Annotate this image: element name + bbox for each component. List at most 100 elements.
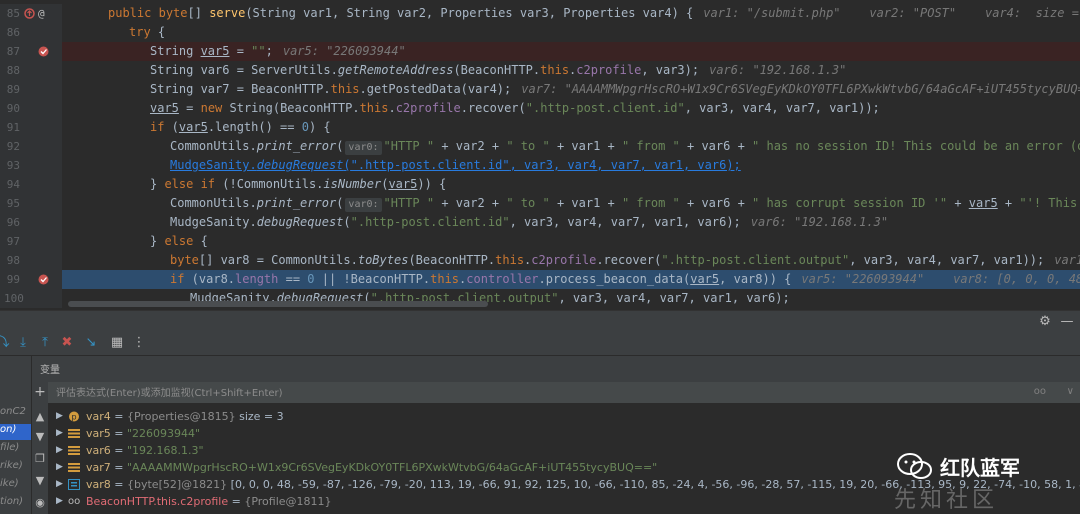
gutter[interactable]: 100	[0, 289, 62, 308]
breakpoint-icon[interactable]	[38, 46, 49, 57]
expand-arrow-icon[interactable]: ▶	[56, 476, 63, 493]
override-method-icon[interactable]	[24, 8, 35, 19]
watch-toggle-icon[interactable]: oo	[1034, 386, 1046, 397]
line-number: 88	[6, 64, 20, 77]
gutter[interactable]: 93	[0, 156, 62, 175]
field-icon	[68, 463, 80, 472]
code-line-86[interactable]: 86 try {	[0, 23, 1080, 42]
code-line-97[interactable]: 97 } else {	[0, 232, 1080, 251]
frame-item[interactable]: rike)	[0, 460, 31, 476]
frame-item[interactable]: ike)	[0, 478, 31, 494]
eye-icon[interactable]: ◉	[33, 496, 47, 510]
code-line-93[interactable]: 93 MudgeSanity.debugRequest(".http-post.…	[0, 156, 1080, 175]
variables-header: 变量	[32, 356, 1080, 382]
array-icon	[68, 479, 80, 490]
variable-value: "192.168.1.3"	[127, 444, 204, 457]
code-line-94[interactable]: 94 } else if (!CommonUtils.isNumber(var5…	[0, 175, 1080, 194]
code-line-87[interactable]: 87 String var5 = ""; var5: "226093944"	[0, 42, 1080, 61]
code-text: var5 = new String(BeaconHTTP.this.c2prof…	[150, 101, 880, 115]
gutter[interactable]: 89	[0, 80, 62, 99]
frame-item[interactable]: tion)	[0, 496, 31, 512]
variable-name: var7	[86, 461, 111, 474]
variable-name: var8	[86, 478, 111, 491]
line-number: 94	[6, 178, 20, 191]
gutter[interactable]: 86	[0, 23, 62, 42]
expand-arrow-icon[interactable]: ▶	[56, 408, 63, 425]
variable-row[interactable]: ▶ var5 = "226093944"	[48, 425, 1080, 442]
watch-icon: oo	[68, 496, 81, 507]
gutter[interactable]: 94	[0, 175, 62, 194]
code-text: public byte[] serve(String var1, String …	[108, 6, 1080, 20]
gutter[interactable]: 99	[0, 270, 62, 289]
line-number: 95	[6, 197, 20, 210]
evaluate-icon[interactable]: ▦	[110, 336, 124, 350]
line-number: 85	[6, 7, 20, 20]
minimize-icon[interactable]: —	[1060, 315, 1074, 329]
chevron-down-icon[interactable]: ∨	[1067, 386, 1074, 397]
copy-icon[interactable]: ❐	[33, 452, 47, 466]
code-line-99[interactable]: 99 if (var8.length == 0 || !BeaconHTTP.t…	[0, 270, 1080, 289]
filter-icon[interactable]: ▼	[33, 474, 47, 488]
more-icon[interactable]: ⋮	[132, 336, 146, 350]
collapse-icon[interactable]: ▲	[33, 410, 47, 424]
code-editor[interactable]: 85 @ public byte[] serve(String var1, St…	[0, 0, 1080, 310]
breakpoint-icon[interactable]	[38, 274, 49, 285]
code-line-95[interactable]: 95 CommonUtils.print_error(var0: "HTTP " …	[0, 194, 1080, 213]
frame-item[interactable]: file)	[0, 442, 31, 458]
drop-frame-icon[interactable]: ✖	[60, 336, 74, 350]
code-text: String var6 = ServerUtils.getRemoteAddre…	[150, 63, 847, 77]
step-into-icon[interactable]: ⤓	[16, 336, 30, 350]
line-number: 89	[6, 83, 20, 96]
run-to-cursor-icon[interactable]: ↘	[84, 336, 98, 350]
gutter[interactable]: 90	[0, 99, 62, 118]
code-line-88[interactable]: 88 String var6 = ServerUtils.getRemoteAd…	[0, 61, 1080, 80]
gutter[interactable]: 98	[0, 251, 62, 270]
step-out-icon[interactable]: ⤒	[38, 336, 52, 350]
gutter[interactable]: 91	[0, 118, 62, 137]
evaluate-expression-input[interactable]	[56, 384, 1016, 402]
wechat-logo-icon	[897, 453, 932, 479]
code-line-85[interactable]: 85 @ public byte[] serve(String var1, St…	[0, 4, 1080, 23]
gutter[interactable]: 88	[0, 61, 62, 80]
code-line-91[interactable]: 91 if (var5.length() == 0) {	[0, 118, 1080, 137]
debug-panel-header: ⚙ —	[0, 310, 1080, 332]
code-text: byte[] var8 = CommonUtils.toBytes(Beacon…	[170, 253, 1080, 267]
code-text: CommonUtils.print_error(var0: "HTTP " + v…	[170, 196, 1078, 212]
code-line-90[interactable]: 90 var5 = new String(BeaconHTTP.this.c2p…	[0, 99, 1080, 118]
variable-value: "AAAAMMWpgrHscRO+W1x9Cr6SVegEyKDkOY0TFL6…	[127, 461, 658, 474]
line-number: 98	[6, 254, 20, 267]
gear-icon[interactable]: ⚙	[1038, 315, 1052, 329]
gutter[interactable]: 87	[0, 42, 62, 61]
code-text: if (var8.length == 0 || !BeaconHTTP.this…	[170, 272, 1080, 286]
gutter[interactable]: 92	[0, 137, 62, 156]
step-over-icon[interactable]: ⤵	[0, 336, 10, 350]
expand-arrow-icon[interactable]: ▶	[56, 425, 63, 442]
add-watch-button[interactable]: +	[32, 382, 48, 404]
frame-item[interactable]: on)	[0, 424, 31, 440]
gutter[interactable]: 85 @	[0, 4, 62, 23]
watermark-title: 红队蓝军	[940, 456, 1020, 480]
expand-icon[interactable]: ▼	[33, 430, 47, 444]
gutter[interactable]: 95	[0, 194, 62, 213]
code-text: String var5 = ""; var5: "226093944"	[150, 44, 406, 58]
expand-arrow-icon[interactable]: ▶	[56, 442, 63, 459]
code-line-96[interactable]: 96 MudgeSanity.debugRequest(".http-post.…	[0, 213, 1080, 232]
code-line-92[interactable]: 92 CommonUtils.print_error(var0: "HTTP " …	[0, 137, 1080, 156]
code-text: } else if (!CommonUtils.isNumber(var5)) …	[150, 177, 447, 191]
line-number: 97	[6, 235, 20, 248]
frame-item[interactable]: onC2	[0, 406, 31, 422]
variable-row[interactable]: ▶ p var4 = {Properties@1815} size = 3	[48, 408, 1080, 425]
code-line-98[interactable]: 98 byte[] var8 = CommonUtils.toBytes(Bea…	[0, 251, 1080, 270]
gutter[interactable]: 96	[0, 213, 62, 232]
variable-value: "226093944"	[127, 427, 201, 440]
gutter[interactable]: 97	[0, 232, 62, 251]
horizontal-scrollbar[interactable]	[68, 301, 488, 307]
expand-arrow-icon[interactable]: ▶	[56, 493, 63, 510]
line-number: 91	[6, 121, 20, 134]
code-line-89[interactable]: 89 String var7 = BeaconHTTP.this.getPost…	[0, 80, 1080, 99]
variable-type: {byte[52]@1821}	[127, 478, 228, 491]
expand-arrow-icon[interactable]: ▶	[56, 459, 63, 476]
line-number: 93	[6, 159, 20, 172]
watermark-subtitle: 先知社区	[894, 488, 999, 513]
annotation-icon[interactable]: @	[38, 4, 49, 20]
